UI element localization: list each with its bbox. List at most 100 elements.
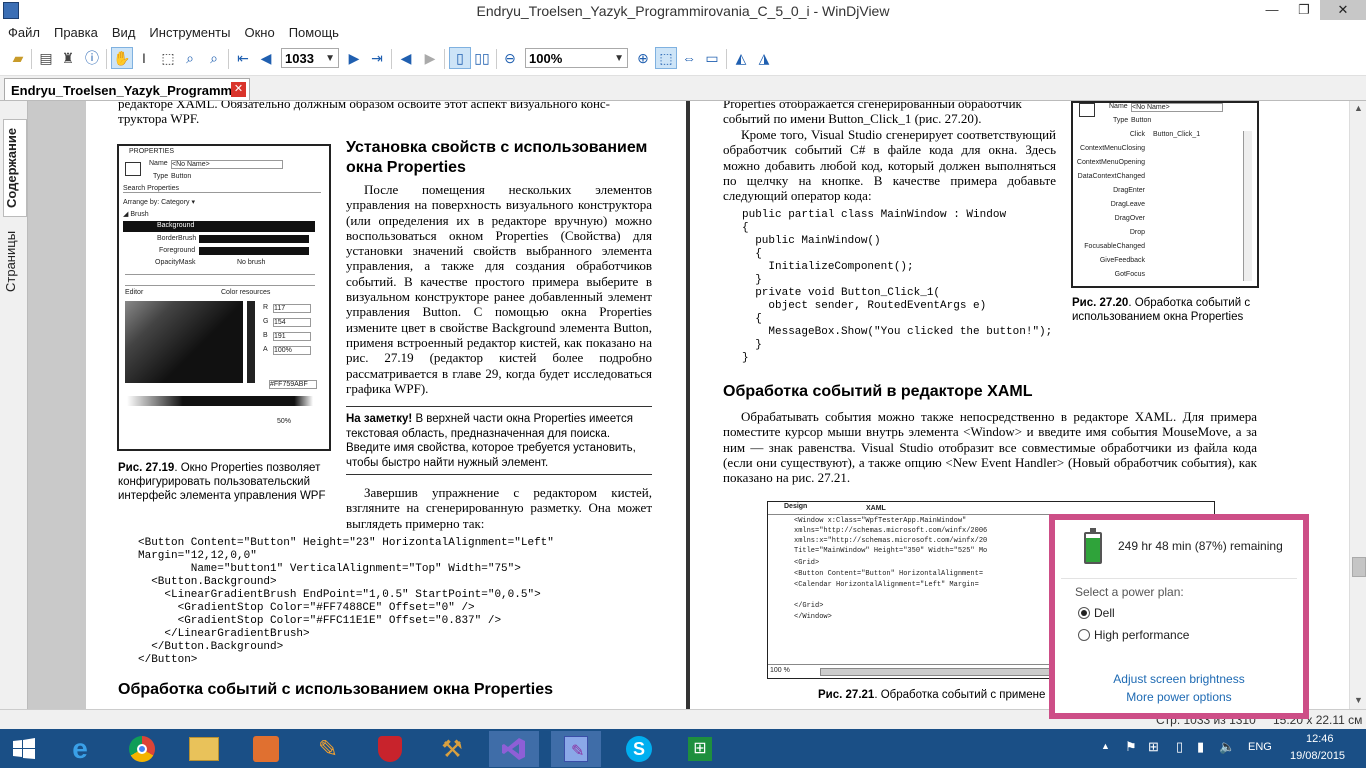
scroll-down-icon[interactable]: ▼ (1354, 695, 1363, 705)
fig-brush: ◢ Brush (123, 211, 149, 218)
fig20-event: DragLeave (1110, 201, 1145, 208)
info-icon[interactable]: ⓘ (82, 48, 102, 68)
left-page: редакторе XAML. Обязательно должным обра… (86, 101, 686, 709)
tools-app-icon[interactable]: ✎ (306, 731, 350, 767)
windows-icon[interactable]: ⊞ (1148, 739, 1159, 755)
menu-window[interactable]: Окно (236, 22, 280, 40)
page-number-combo[interactable]: 1033 ▼ (281, 48, 339, 68)
figure-27-20: Name <No Name> Type Button Click Button_… (1071, 101, 1259, 288)
rotate-right-icon[interactable]: ◮ (754, 48, 774, 68)
fig20-type-value: Button (1131, 117, 1152, 124)
fig21-code-line: xmlns:x="http://schemas.microsoft.com/wi… (794, 537, 988, 545)
fig20-event: DataContextChanged (1077, 173, 1145, 180)
rotate-left-icon[interactable]: ◭ (731, 48, 751, 68)
language-indicator[interactable]: ENG (1248, 741, 1272, 753)
left-top-fragment-2: труктора WPF. (118, 111, 200, 126)
zoom-in-tool-icon[interactable]: ⌕ (180, 48, 200, 68)
menu-help[interactable]: Помощь (281, 22, 345, 40)
restore-button[interactable]: ❐ (1290, 0, 1318, 20)
forward-icon[interactable]: ▶ (420, 48, 440, 68)
photo-app-icon[interactable] (244, 731, 288, 767)
vertical-scrollbar[interactable]: ▲ ▼ (1349, 101, 1366, 709)
plan-high-radio[interactable] (1078, 629, 1090, 641)
security-app-icon[interactable] (368, 731, 412, 767)
fig20-event: Drop (1129, 229, 1145, 236)
zoom-combo[interactable]: 100% ▼ (525, 48, 628, 68)
fig20-name-label: Name (1109, 103, 1128, 110)
plan-high-label[interactable]: High performance (1094, 628, 1189, 642)
note-label: На заметку! (346, 413, 413, 425)
hand-tool-icon[interactable]: ✋ (111, 47, 133, 69)
back-icon[interactable]: ◀ (396, 48, 416, 68)
windjview-icon[interactable]: ✎ (551, 731, 601, 767)
fig-row-foreground: Foreground (159, 247, 196, 254)
toolbar: ▰ ▤ ♜ ⓘ ✋ I ⬚ ⌕ ⌕ ⇤ ◀ 1033 ▼ ▶ ⇥ ◀ ▶ ▯ ▯▯… (0, 43, 1366, 76)
title-bar: Endryu_Troelsen_Yazyk_Programmirovania_C… (0, 0, 1366, 22)
last-page-icon[interactable]: ⇥ (367, 48, 387, 68)
flag-icon[interactable]: ⚑ (1125, 739, 1137, 755)
tray-show-hidden-icon[interactable]: ▲ (1101, 741, 1110, 751)
fig21-code-line: Title="MainWindow" Height="350" Width="5… (794, 547, 988, 555)
internet-explorer-icon[interactable]: e (58, 731, 102, 767)
zoom-in-icon[interactable]: ⊕ (633, 48, 653, 68)
fig-search: Search Properties (123, 185, 321, 193)
menu-edit[interactable]: Правка (46, 22, 104, 40)
fig-b-label: B (263, 332, 268, 339)
window-title: Endryu_Troelsen_Yazyk_Programmirovania_C… (476, 3, 890, 19)
scroll-thumb[interactable] (1352, 557, 1366, 577)
caption-label: Рис. 27.21 (818, 689, 875, 701)
fig-r-label: R (263, 304, 269, 311)
fig21-design-tab: Design (784, 503, 808, 510)
fig-icon (125, 162, 141, 176)
tab-contents[interactable]: Содержание (3, 119, 27, 217)
menu-file[interactable]: Файл (0, 22, 46, 40)
find-icon[interactable]: ♜ (58, 48, 78, 68)
zoom-rect-icon[interactable]: ⌕ (204, 48, 224, 68)
close-button[interactable]: ✕ (1320, 0, 1366, 20)
print-icon[interactable]: ▤ (36, 48, 56, 68)
menu-tools[interactable]: Инструменты (141, 22, 236, 40)
battery-tray-icon[interactable]: ▯ (1176, 739, 1183, 755)
menu-view[interactable]: Вид (104, 22, 142, 40)
minimize-button[interactable]: — (1258, 0, 1286, 20)
chevron-down-icon: ▼ (325, 53, 335, 64)
skype-icon[interactable]: S (617, 731, 661, 767)
tab-pages[interactable]: Страницы (3, 225, 25, 297)
build-tools-icon[interactable]: ⚒ (430, 731, 474, 767)
start-button[interactable] (2, 731, 46, 767)
first-page-icon[interactable]: ⇤ (233, 48, 253, 68)
network-icon[interactable]: ▮ (1197, 739, 1204, 755)
fig20-name-value: <No Name> (1131, 103, 1223, 112)
excel-icon[interactable]: ⊞ (678, 731, 722, 767)
battery-icon (1084, 532, 1102, 564)
chrome-icon[interactable] (120, 731, 164, 767)
fig21-code-line: <Grid> (794, 559, 820, 567)
file-explorer-icon[interactable] (182, 731, 226, 767)
note-box: На заметку! В верхней части окна Propert… (346, 412, 652, 470)
plan-dell-label[interactable]: Dell (1094, 606, 1115, 620)
close-tab-icon[interactable]: ✕ (231, 82, 246, 97)
plan-dell-radio[interactable] (1078, 607, 1090, 619)
clock-time[interactable]: 12:46 (1306, 733, 1334, 745)
fig20-event: FocusableChanged (1084, 243, 1145, 250)
clock-date[interactable]: 19/08/2015 (1290, 750, 1345, 762)
fit-width-icon[interactable]: ⇔ (679, 48, 699, 68)
actual-size-icon[interactable]: ▭ (702, 48, 722, 68)
rect-select-icon[interactable]: ⬚ (158, 48, 178, 68)
figure-27-20-caption: Рис. 27.20. Обработка событий с использо… (1072, 296, 1262, 324)
scroll-up-icon[interactable]: ▲ (1354, 103, 1363, 113)
open-icon[interactable]: ▰ (8, 48, 28, 68)
text-select-icon[interactable]: I (134, 48, 154, 68)
adjust-brightness-link[interactable]: Adjust screen brightness (1055, 672, 1303, 686)
zoom-out-icon[interactable]: ⊖ (500, 48, 520, 68)
visual-studio-icon[interactable] (489, 731, 539, 767)
two-page-icon[interactable]: ▯▯ (472, 48, 492, 68)
document-tab[interactable]: Endryu_Troelsen_Yazyk_Programmi... ✕ (4, 78, 250, 100)
prev-page-icon[interactable]: ◀ (256, 48, 276, 68)
more-power-options-link[interactable]: More power options (1055, 690, 1303, 704)
next-page-icon[interactable]: ▶ (344, 48, 364, 68)
single-page-icon[interactable]: ▯ (449, 47, 471, 69)
volume-icon[interactable]: 🔈 (1219, 739, 1235, 755)
fit-page-icon[interactable]: ⬚ (655, 47, 677, 69)
fig20-event: ContextMenuOpening (1076, 159, 1145, 166)
